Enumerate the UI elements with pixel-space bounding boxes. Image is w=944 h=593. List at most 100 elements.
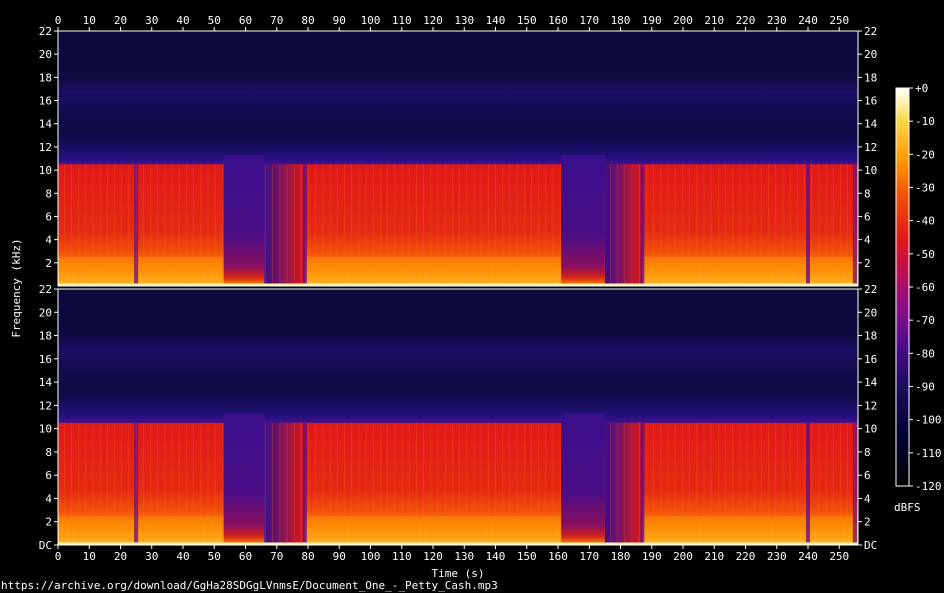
- y-tick-label: 14: [39, 376, 53, 389]
- fade-in-section: [264, 164, 305, 286]
- y-tick-label: 2: [864, 257, 871, 270]
- x-tick-label: 60: [239, 550, 252, 563]
- colorbar-scale: [895, 87, 910, 487]
- y-tick-label: 14: [39, 118, 53, 131]
- y-tick-label: 4: [45, 492, 52, 505]
- colorbar-tick-label: -20: [915, 148, 935, 161]
- x-tick-label: 130: [454, 14, 474, 27]
- y-tick-label: 18: [39, 330, 52, 343]
- section-break: [302, 164, 307, 286]
- y-tick-label: 22: [864, 25, 877, 38]
- section-break: [640, 164, 645, 286]
- colorbar: +0 -10 -20 -30 -40 -50 -60 -70 -80 -90 -100 -110 -12…: [894, 82, 942, 514]
- x-tick-label: 10: [83, 550, 96, 563]
- x-tick-label: 50: [208, 14, 221, 27]
- y-tick-label: 12: [864, 399, 877, 412]
- x-tick-label: 80: [301, 550, 314, 563]
- x-tick-label: 190: [642, 14, 662, 27]
- y-tick-label: 12: [39, 141, 52, 154]
- quiet-section: [561, 413, 605, 545]
- x-tick-label: 30: [145, 14, 158, 27]
- y-tick-label: 2: [45, 257, 52, 270]
- x-tick-label: 130: [454, 550, 474, 563]
- x-tick-label: 100: [361, 14, 381, 27]
- x-tick-label: 150: [517, 550, 537, 563]
- x-tick-label: 220: [736, 550, 756, 563]
- y-tick-label: 2: [45, 516, 52, 529]
- y-axis-label: Frequency (kHz): [10, 238, 23, 337]
- colorbar-tick-label: -80: [915, 347, 935, 360]
- quiet-section: [561, 155, 605, 286]
- x-tick-label: 160: [548, 14, 568, 27]
- y-tick-label: 22: [39, 283, 52, 296]
- colorbar-tick-label: -120: [915, 480, 942, 493]
- y-tick-label: 12: [39, 399, 52, 412]
- x-tick-label: 170: [579, 14, 599, 27]
- y-tick-label: 20: [39, 48, 52, 61]
- x-tick-label: 100: [361, 550, 381, 563]
- y-tick-label: 4: [864, 234, 871, 247]
- y-tick-label: 20: [864, 306, 877, 319]
- x-tick-label: 20: [114, 14, 127, 27]
- x-tick-label: 40: [176, 14, 189, 27]
- y-tick-label: 8: [864, 446, 871, 459]
- x-tick-label: 240: [798, 550, 818, 563]
- x-tick-label: 220: [736, 14, 756, 27]
- quiet-section: [223, 413, 265, 545]
- y-tick-label: 22: [39, 25, 52, 38]
- y-tick-label: 8: [45, 187, 52, 200]
- x-tick-label: 150: [517, 14, 537, 27]
- colorbar-tick-label: -30: [915, 182, 935, 195]
- colorbar-tick-label: -50: [915, 248, 935, 261]
- x-tick-label: 230: [767, 14, 787, 27]
- section-break: [806, 164, 810, 286]
- source-url: https://archive.org/download/GgHa28SDGgL…: [1, 579, 498, 592]
- y-tick-label: 6: [45, 469, 52, 482]
- x-tick-label: 160: [548, 550, 568, 563]
- y-tick-label: 14: [864, 376, 878, 389]
- x-tick-label: 30: [145, 550, 158, 563]
- y-tick-label: 10: [864, 164, 877, 177]
- section-break: [302, 422, 307, 545]
- x-tick-label: 110: [392, 14, 412, 27]
- y-tick-label: 16: [864, 353, 877, 366]
- y-tick-label: 8: [45, 446, 52, 459]
- x-tick-label: 40: [176, 550, 189, 563]
- y-tick-label: 18: [864, 71, 877, 84]
- x-tick-label: 210: [704, 14, 724, 27]
- spectrogram-low-band: [58, 257, 858, 286]
- section-break: [640, 422, 645, 545]
- x-tick-label: 240: [798, 14, 818, 27]
- x-tick-label: 0: [55, 14, 62, 27]
- x-tick-label: 120: [423, 550, 443, 563]
- x-tick-label: 50: [208, 550, 221, 563]
- x-tick-label: 180: [611, 14, 631, 27]
- y-tick-label: 4: [864, 492, 871, 505]
- colorbar-tick-label: +0: [915, 82, 928, 95]
- x-tick-label: 140: [486, 14, 506, 27]
- y-tick-label: 20: [39, 306, 52, 319]
- x-tick-label: 90: [333, 550, 346, 563]
- channel-panel-1: 22 2220 2018 1816 1614 1412 1210 108 86 64 42 2: [39, 25, 878, 287]
- x-tick-label: 180: [611, 550, 631, 563]
- y-tick-label: 16: [864, 95, 877, 108]
- x-tick-label: 60: [239, 14, 252, 27]
- x-tick-label: 110: [392, 550, 412, 563]
- y-tick-label: 16: [39, 353, 52, 366]
- x-tick-label: 250: [829, 550, 849, 563]
- y-tick-label: 22: [864, 283, 877, 296]
- colorbar-tick-label: -110: [915, 447, 942, 460]
- y-tick-label: 10: [39, 164, 52, 177]
- y-tick-label: 6: [864, 210, 871, 223]
- section-break: [806, 422, 810, 545]
- y-tick-label: 16: [39, 95, 52, 108]
- y-tick-label: 14: [864, 118, 878, 131]
- y-tick-label: 6: [45, 210, 52, 223]
- x-tick-label: 70: [270, 550, 283, 563]
- x-tick-label: 200: [673, 14, 693, 27]
- colorbar-label: dBFS: [894, 501, 921, 514]
- colorbar-tick-label: -100: [915, 414, 942, 427]
- x-tick-label: 140: [486, 550, 506, 563]
- colorbar-tick-label: -10: [915, 115, 935, 128]
- x-tick-label: 190: [642, 550, 662, 563]
